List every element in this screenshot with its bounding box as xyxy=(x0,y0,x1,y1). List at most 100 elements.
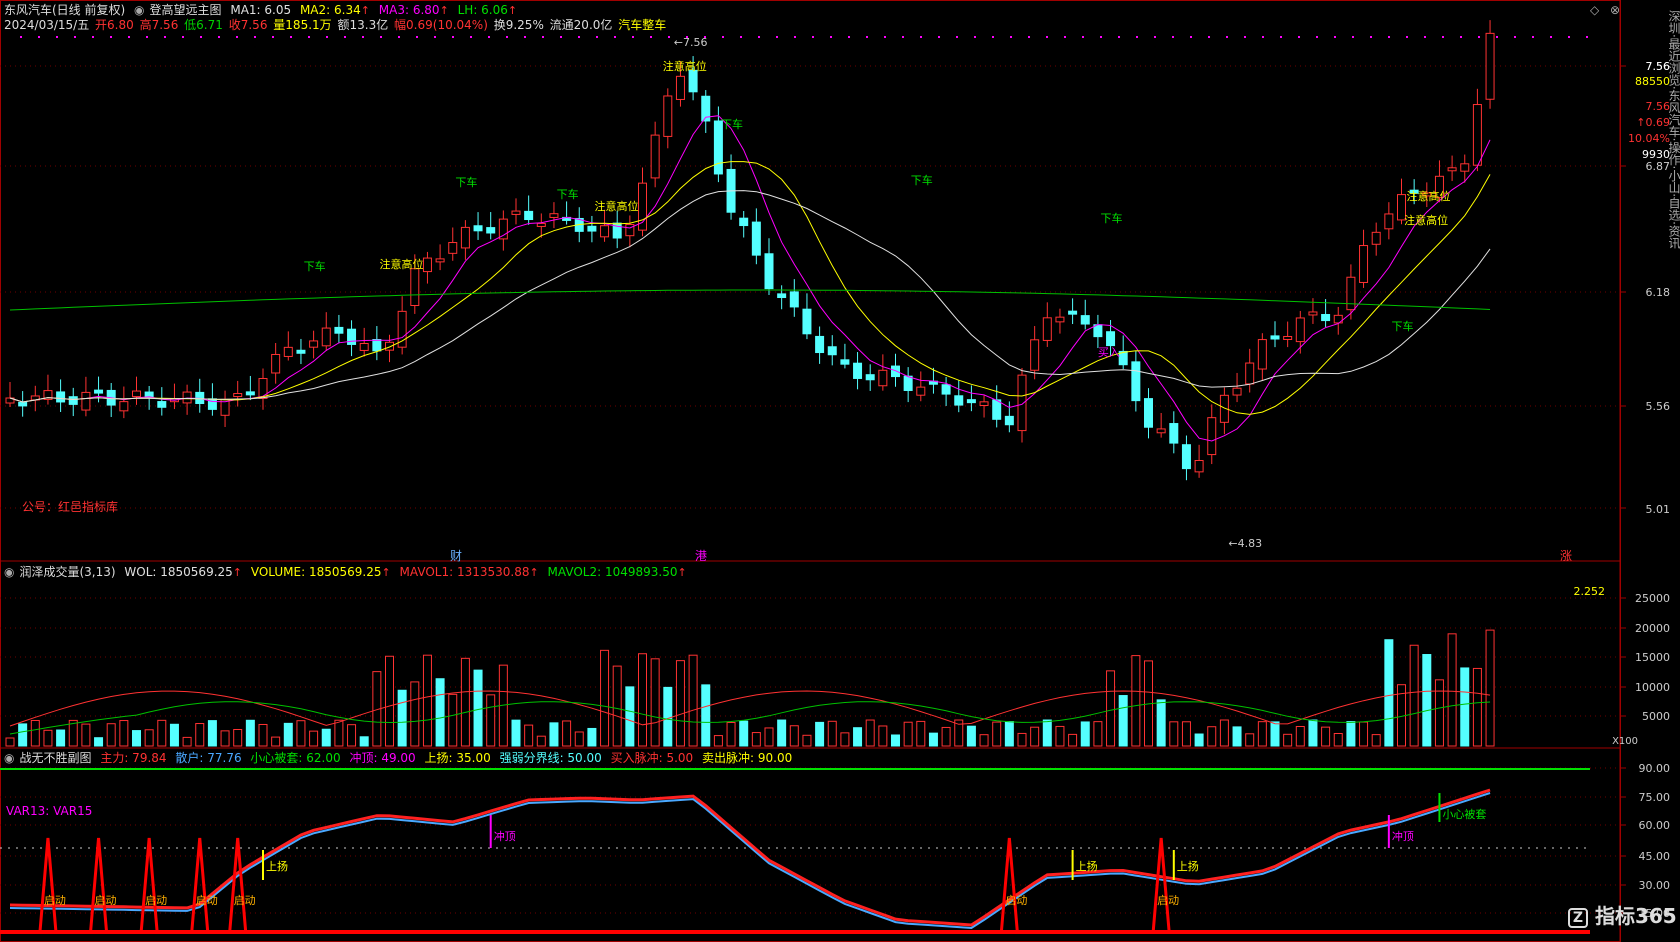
volume-bar-up xyxy=(1359,721,1369,747)
top-dot xyxy=(740,36,742,38)
top-dot xyxy=(1424,36,1426,38)
volume-bar-up xyxy=(182,736,192,747)
candle-up xyxy=(1472,104,1482,166)
top-dot xyxy=(110,36,112,38)
sub-settings-icon[interactable]: ◉ xyxy=(4,751,14,765)
candle-up xyxy=(1346,276,1356,311)
volume-bar-up xyxy=(1181,721,1191,747)
sub-title[interactable]: 战无不胜副图 xyxy=(19,751,91,765)
volume-bar-down xyxy=(56,729,66,747)
candle-up xyxy=(1295,317,1305,343)
candle-down xyxy=(1080,315,1090,325)
top-dot xyxy=(830,36,832,38)
volume-bar-up xyxy=(1030,726,1040,747)
signal-label: 下车 xyxy=(304,259,326,273)
volume-bar-up xyxy=(726,722,736,747)
volume-bar-down xyxy=(587,727,597,747)
start-label: 启动 xyxy=(95,894,117,907)
main-force-value: 主力: 79.84 xyxy=(100,751,167,765)
top-dot xyxy=(398,36,400,38)
volume-bar-up xyxy=(1131,655,1141,747)
volume-bar-up xyxy=(334,719,344,747)
indicator-header: ◉ 战无不胜副图 主力: 79.84 散户: 77.76 小心被套: 62.00 … xyxy=(4,750,797,766)
signal-label: 下车 xyxy=(1101,211,1123,225)
top-dot xyxy=(542,36,544,38)
candle-up xyxy=(1460,163,1470,172)
top-dot xyxy=(1118,36,1120,38)
watermark: 公号：红邑指标库 xyxy=(22,500,119,514)
top-dot xyxy=(146,36,148,38)
volume-settings-icon[interactable]: ◉ xyxy=(4,565,14,579)
candle-down xyxy=(941,384,951,395)
candle-down xyxy=(1321,314,1331,322)
signal-label: 注意高位 xyxy=(663,59,707,73)
volume-bar-up xyxy=(1093,721,1103,747)
candle-down xyxy=(865,374,875,381)
vol-value: VOLUME: 1850569.25 xyxy=(250,565,382,579)
volume-bar-down xyxy=(511,719,521,747)
volume-title[interactable]: 润泽成交量(3,13) xyxy=(19,565,115,579)
sell-pulse-value: 卖出脉冲: 90.00 xyxy=(702,751,793,765)
volume-bar-up xyxy=(1055,725,1065,747)
volume-bar-up xyxy=(878,725,888,747)
top-dot xyxy=(1046,36,1048,38)
volume-bar-down xyxy=(891,734,900,747)
candle-down xyxy=(56,391,66,403)
candle-up xyxy=(81,391,91,411)
top-dot xyxy=(1100,36,1102,38)
volume-bar-up xyxy=(410,681,420,747)
volume-bar-up xyxy=(271,736,281,747)
candle-down xyxy=(486,227,496,234)
volume-bar-down xyxy=(1042,719,1052,747)
volume-bar-down xyxy=(1460,667,1470,747)
top-dot xyxy=(92,36,94,38)
volume-bar-down xyxy=(1422,654,1432,747)
ma2-line xyxy=(9,161,1491,415)
volume-bar-up xyxy=(1017,732,1027,747)
top-dot xyxy=(200,36,202,38)
candle-up xyxy=(549,213,559,218)
candle-down xyxy=(1144,398,1153,428)
volume-bar-down xyxy=(739,720,749,747)
volume-bar-up xyxy=(992,721,1002,747)
top-dot xyxy=(578,36,580,38)
candle-up xyxy=(979,401,989,406)
candle-down xyxy=(954,395,964,406)
candle-up xyxy=(1030,339,1040,371)
candle-down xyxy=(347,328,357,345)
volume-bar-up xyxy=(916,720,926,747)
top-dot xyxy=(1586,36,1588,38)
volume-bar-up xyxy=(562,720,572,747)
top-dot xyxy=(488,36,490,38)
right-sidebar[interactable]: 深圳·最近浏览·东风汽车·操作·小山·自选·资讯 xyxy=(1658,10,1680,940)
top-dot xyxy=(164,36,166,38)
top-dot xyxy=(56,36,58,38)
volume-bar-up xyxy=(30,719,40,747)
volume-bar-up xyxy=(865,719,875,747)
candle-down xyxy=(853,362,863,379)
candle-up xyxy=(1447,167,1457,172)
signal-label: 下车 xyxy=(911,173,933,187)
divide-value: 强弱分界线: 50.00 xyxy=(499,751,602,765)
volume-bar-up xyxy=(1409,644,1419,747)
candle-up xyxy=(1207,417,1217,456)
top-dot xyxy=(272,36,274,38)
volume-bar-down xyxy=(1194,733,1204,747)
top-dot xyxy=(920,36,922,38)
volume-bar-down xyxy=(625,686,635,747)
top-dot xyxy=(848,36,850,38)
candle-down xyxy=(245,391,255,396)
top-dot xyxy=(416,36,418,38)
wol-value: WOL: 1850569.25 xyxy=(124,565,233,579)
volume-bar-down xyxy=(132,730,141,747)
volume-bar-down xyxy=(283,722,293,747)
candle-up xyxy=(1257,339,1267,370)
candle-up xyxy=(1055,316,1065,323)
top-label: 冲顶 xyxy=(494,829,516,843)
top-dot xyxy=(794,36,796,38)
volume-bar-up xyxy=(524,724,534,747)
trap-label: 小心被套 xyxy=(1442,808,1486,821)
top-dot xyxy=(1280,36,1282,38)
volume-bar-up xyxy=(43,729,53,747)
kline-chart[interactable]: 下车 注意高位下车下车注意高位下车下车 注意高位下车下车注意高位注意高位买入←7.5… xyxy=(0,0,1680,942)
